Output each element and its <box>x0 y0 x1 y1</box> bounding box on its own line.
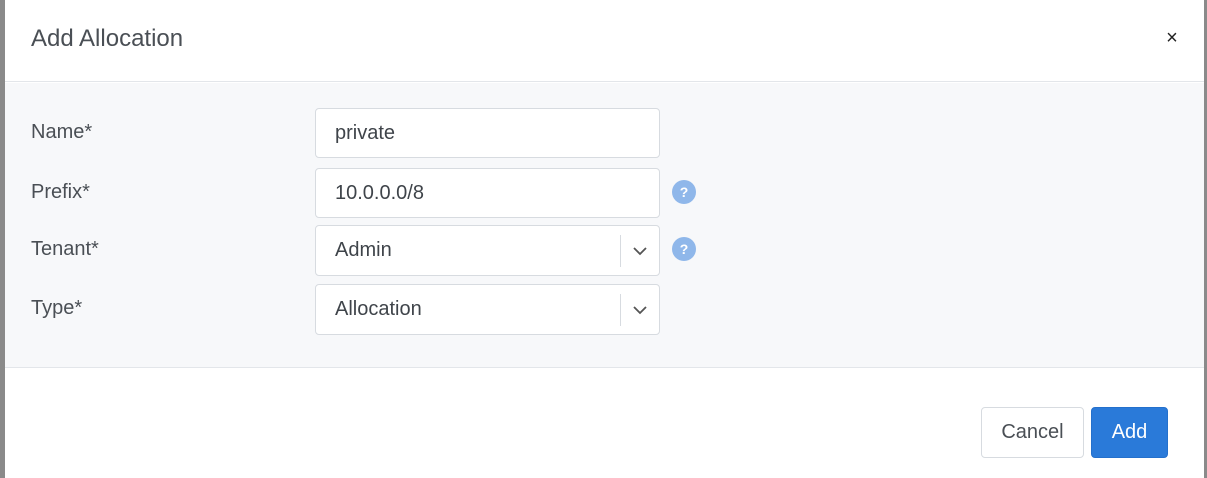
dialog-footer: Cancel Add <box>5 369 1204 478</box>
type-selected-value: Allocation <box>335 298 422 320</box>
form-row-type: Type* Allocation <box>5 284 1204 335</box>
name-label: Name* <box>31 121 93 143</box>
cancel-button[interactable]: Cancel <box>981 407 1084 458</box>
add-allocation-dialog: Add Allocation × Name* Prefix* ? Tenant*… <box>5 0 1204 478</box>
close-icon[interactable]: × <box>1162 26 1182 50</box>
prefix-input[interactable] <box>315 168 660 218</box>
chevron-down-icon[interactable] <box>631 301 649 319</box>
name-input[interactable] <box>315 108 660 158</box>
prefix-help-icon[interactable]: ? <box>672 180 696 204</box>
select-divider <box>620 235 621 267</box>
tenant-label: Tenant* <box>31 238 99 260</box>
type-label: Type* <box>31 297 83 319</box>
form-row-name: Name* <box>5 108 1204 158</box>
prefix-label: Prefix* <box>31 181 90 203</box>
chevron-down-icon[interactable] <box>631 242 649 260</box>
tenant-select[interactable]: Admin <box>315 225 660 276</box>
dialog-title: Add Allocation <box>31 25 184 52</box>
form-row-tenant: Tenant* Admin ? <box>5 225 1204 276</box>
tenant-help-icon[interactable]: ? <box>672 237 696 261</box>
tenant-selected-value: Admin <box>335 239 392 261</box>
dialog-header: Add Allocation × <box>5 0 1204 82</box>
type-select[interactable]: Allocation <box>315 284 660 335</box>
dialog-body: Name* Prefix* ? Tenant* Admin ? Type* <box>5 83 1204 368</box>
add-button[interactable]: Add <box>1091 407 1168 458</box>
select-divider <box>620 294 621 326</box>
form-row-prefix: Prefix* ? <box>5 168 1204 218</box>
